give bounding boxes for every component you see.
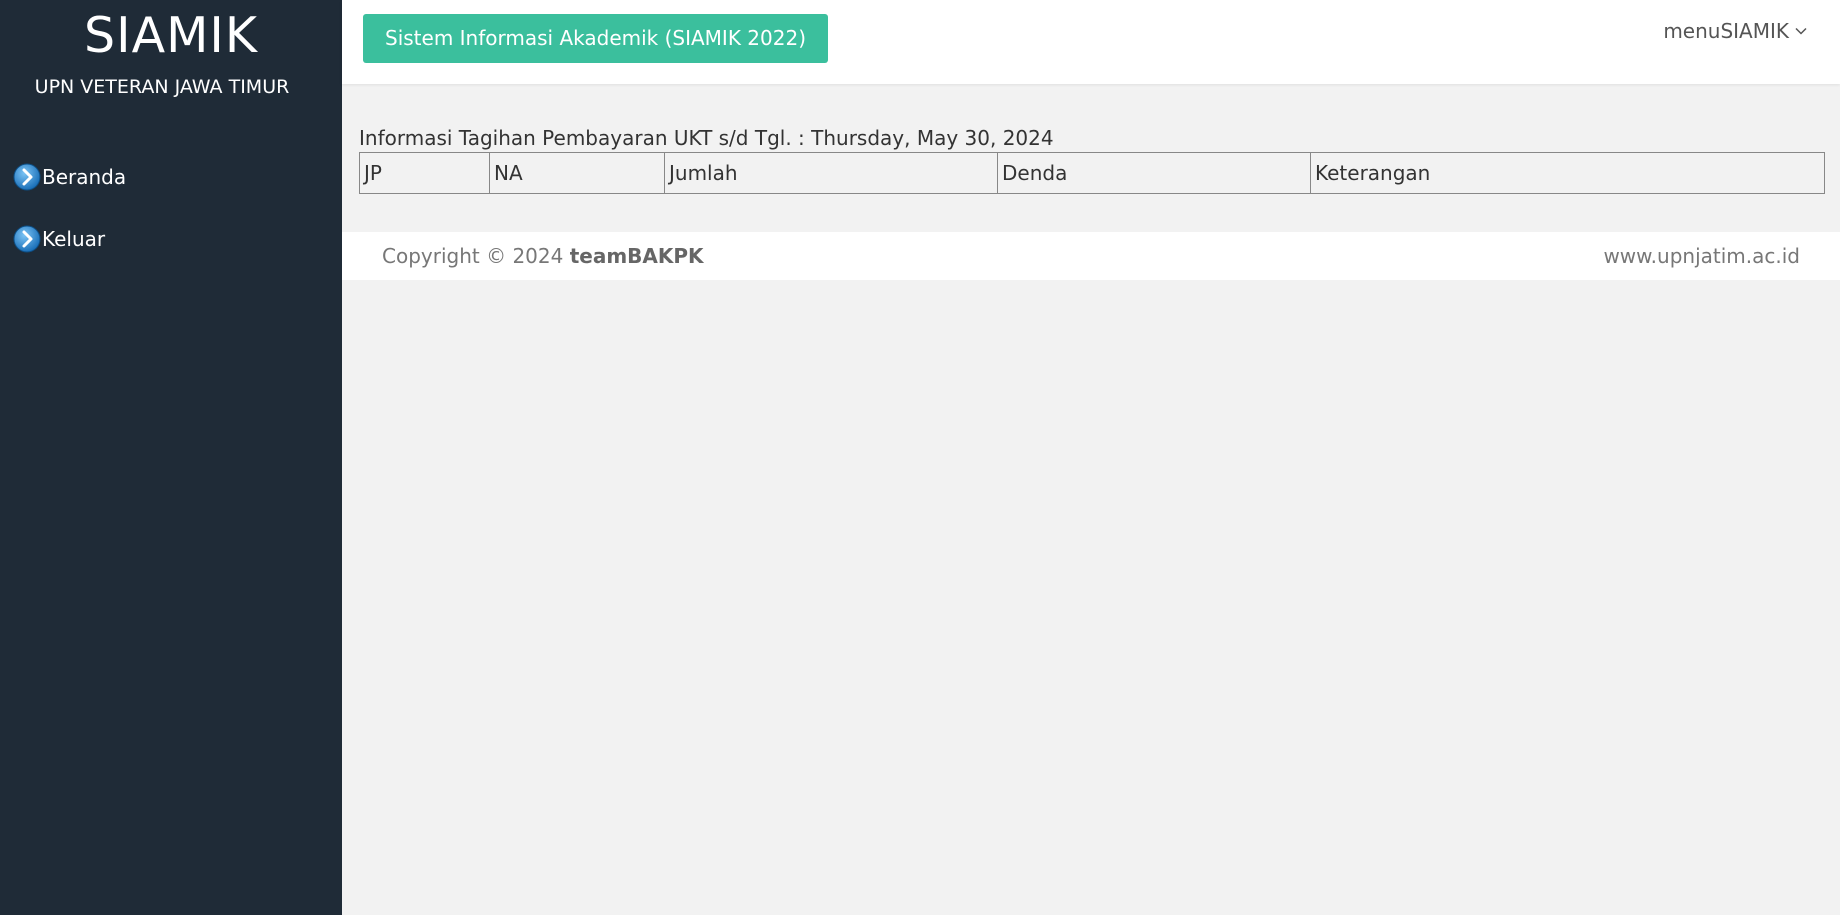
column-header-denda: Denda bbox=[997, 152, 1311, 194]
column-header-jumlah: Jumlah bbox=[664, 152, 998, 194]
copyright-prefix: Copyright © 2024 bbox=[382, 244, 564, 268]
sidebar-item-label: Keluar bbox=[42, 227, 106, 251]
copyright-text: Copyright © 2024 teamBAKPK bbox=[382, 242, 704, 270]
app-title-button[interactable]: Sistem Informasi Akademik (SIAMIK 2022) bbox=[363, 14, 829, 63]
sidebar-item-beranda[interactable]: Beranda bbox=[12, 160, 126, 194]
chevron-right-circle-icon bbox=[13, 163, 41, 191]
top-bar: Sistem Informasi Akademik (SIAMIK 2022) … bbox=[342, 0, 1840, 84]
copyright-team: teamBAKPK bbox=[569, 244, 704, 268]
billing-info-title: Informasi Tagihan Pembayaran UKT s/d Tgl… bbox=[359, 126, 1054, 150]
column-header-na: NA bbox=[489, 152, 665, 194]
site-link[interactable]: www.upnjatim.ac.id bbox=[1603, 242, 1800, 270]
menu-siamik-dropdown[interactable]: menuSIAMIK bbox=[1663, 16, 1808, 46]
sidebar-item-label: Beranda bbox=[42, 165, 127, 189]
column-header-keterangan: Keterangan bbox=[1310, 152, 1825, 194]
billing-table: JP NA Jumlah Denda Keterangan bbox=[359, 152, 1825, 194]
table-header-row: JP NA Jumlah Denda Keterangan bbox=[359, 152, 1825, 194]
sidebar-item-keluar[interactable]: Keluar bbox=[12, 222, 105, 256]
column-header-jp: JP bbox=[359, 152, 490, 194]
brand-title: SIAMIK bbox=[84, 7, 258, 64]
chevron-down-icon bbox=[1795, 27, 1807, 35]
sidebar: SIAMIK UPN VETERAN JAWA TIMUR Beranda Ke… bbox=[0, 0, 342, 915]
menu-siamik-label: menuSIAMIK bbox=[1663, 19, 1789, 43]
brand-subtitle: UPN VETERAN JAWA TIMUR bbox=[34, 76, 290, 98]
footer: Copyright © 2024 teamBAKPK www.upnjatim.… bbox=[342, 232, 1840, 280]
chevron-right-circle-icon bbox=[13, 225, 41, 253]
